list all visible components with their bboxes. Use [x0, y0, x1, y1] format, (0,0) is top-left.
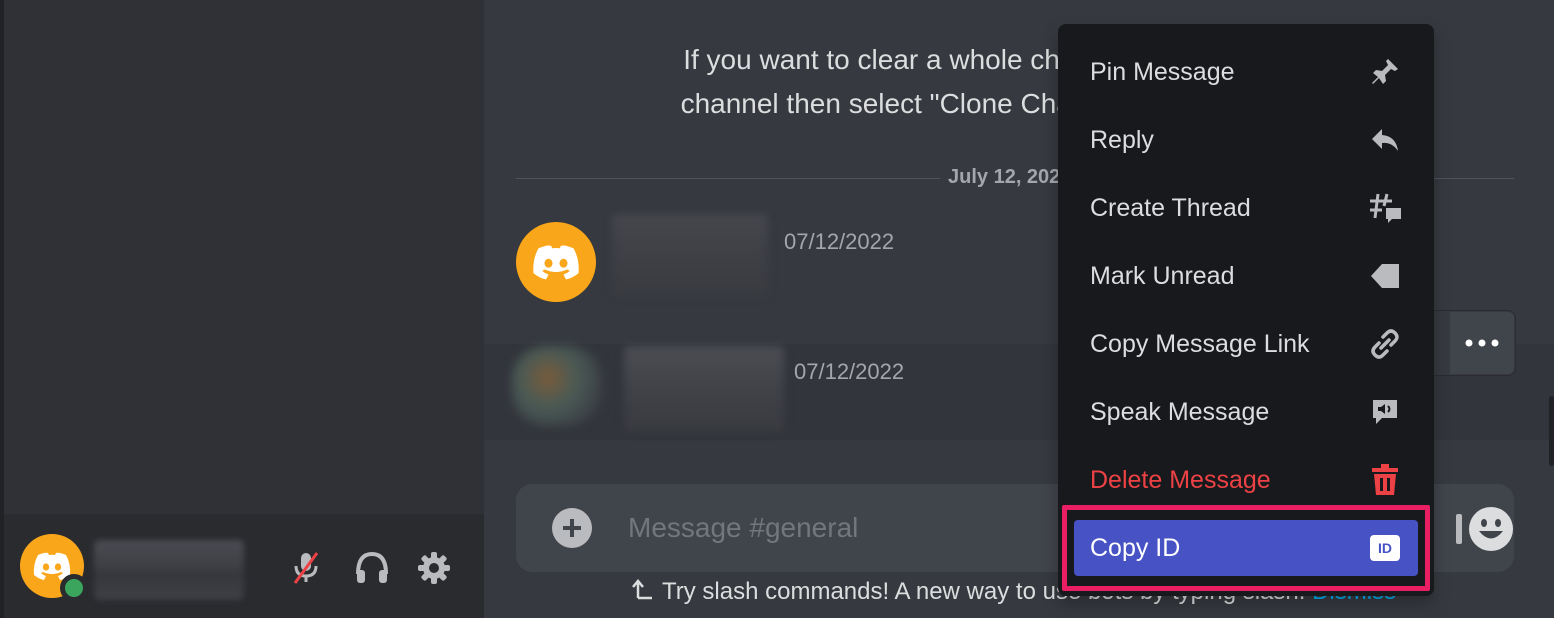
id-icon: ID [1368, 531, 1402, 565]
menu-item-delete-message[interactable]: Delete Message [1074, 452, 1418, 508]
arrow-up-turn-icon [632, 579, 652, 600]
link-icon [1368, 327, 1402, 361]
more-dots-icon [1465, 339, 1499, 347]
scrollbar-thumb[interactable] [1549, 396, 1554, 466]
sticker-button[interactable] [1456, 514, 1462, 544]
message-avatar[interactable] [516, 222, 596, 302]
menu-item-label: Delete Message [1090, 465, 1271, 494]
speak-icon [1368, 395, 1402, 429]
headphones-icon [356, 551, 388, 583]
trash-icon [1368, 463, 1402, 497]
channel-sidebar [4, 0, 484, 618]
menu-item-create-thread[interactable]: Create Thread [1074, 180, 1418, 236]
emoji-button[interactable] [1468, 506, 1514, 552]
user-panel [4, 514, 484, 618]
pin-icon [1368, 55, 1402, 89]
thread-icon [1368, 191, 1402, 225]
plus-icon [563, 519, 581, 537]
gear-icon [418, 552, 450, 584]
more-options-button[interactable] [1450, 312, 1514, 374]
emoji-smile-icon [1469, 507, 1513, 551]
upload-button[interactable] [552, 508, 592, 548]
menu-item-label: Reply [1090, 125, 1154, 154]
menu-item-label: Mark Unread [1090, 261, 1235, 290]
menu-item-label: Speak Message [1090, 397, 1270, 426]
menu-item-reply[interactable]: Reply [1074, 112, 1418, 168]
message-author-blurred [624, 346, 784, 432]
menu-item-label: Create Thread [1090, 193, 1251, 222]
menu-item-mark-unread[interactable]: Mark Unread [1074, 248, 1418, 304]
menu-item-label: Pin Message [1090, 57, 1235, 86]
user-settings-button[interactable] [414, 548, 454, 588]
id-badge: ID [1370, 535, 1400, 561]
menu-item-speak-message[interactable]: Speak Message [1074, 384, 1418, 440]
microphone-muted-icon [293, 552, 319, 584]
mark-unread-icon [1368, 259, 1402, 293]
reply-icon [1368, 123, 1402, 157]
menu-item-pin-message[interactable]: Pin Message [1074, 44, 1418, 100]
message-author-blurred [612, 214, 768, 296]
online-status-dot [60, 574, 88, 602]
date-divider-label: July 12, 202 [940, 166, 1069, 189]
menu-item-copy-message-link[interactable]: Copy Message Link [1074, 316, 1418, 372]
username-blurred [94, 540, 244, 600]
discord-logo-icon [533, 245, 579, 280]
menu-item-label: Copy Message Link [1090, 329, 1310, 358]
message-avatar[interactable] [512, 346, 602, 426]
deafen-button[interactable] [352, 548, 392, 588]
message-timestamp: 07/12/2022 [784, 229, 895, 254]
message-context-menu: Pin Message Reply Create Thread Mark Unr… [1058, 24, 1434, 596]
menu-item-copy-id[interactable]: Copy ID ID [1074, 520, 1418, 576]
message-timestamp: 07/12/2022 [794, 359, 905, 384]
menu-item-label: Copy ID [1090, 533, 1181, 562]
mute-button[interactable] [286, 548, 326, 588]
